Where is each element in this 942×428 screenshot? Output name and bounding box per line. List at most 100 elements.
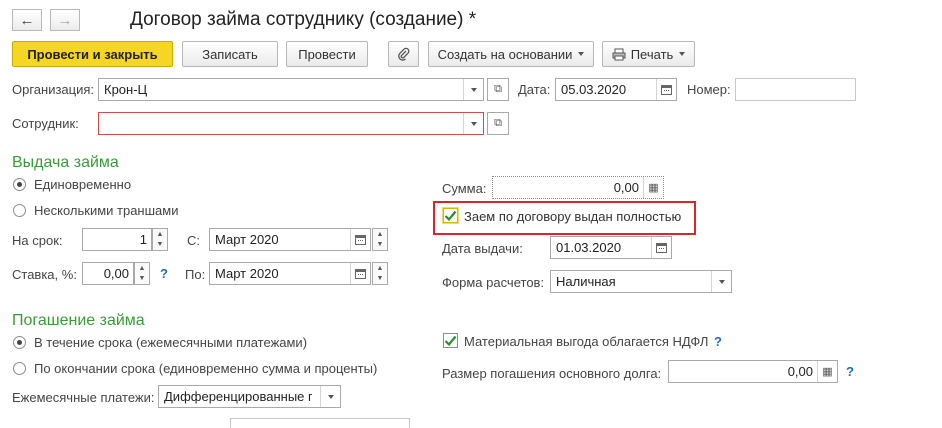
term-field[interactable]: 1 (82, 228, 152, 251)
post-and-close-button[interactable]: Провести и закрыть (12, 41, 173, 67)
monthly-payments-select[interactable]: Дифференцированные платежи (158, 385, 341, 408)
term-label: На срок: (12, 233, 63, 248)
ndfl-label: Материальная выгода облагается НДФЛ (464, 334, 709, 349)
principal-label: Размер погашения основного долга: (442, 366, 662, 381)
help-icon[interactable]: ? (714, 334, 722, 349)
calculator-icon: ▦ (648, 182, 659, 194)
monthly-payments-value: Дифференцированные платежи (164, 389, 312, 404)
monthly-payments-label: Ежемесячные платежи: (12, 390, 155, 405)
checkmark-icon (444, 210, 457, 221)
help-icon[interactable]: ? (846, 364, 854, 379)
calendar-icon (661, 84, 672, 95)
post-button[interactable]: Провести (286, 41, 368, 67)
caret-up-icon: ▲ (156, 230, 164, 238)
issue-date-field[interactable]: 01.03.2020 (550, 236, 672, 259)
organization-field[interactable]: Крон-Ц (98, 78, 484, 101)
calendar-button[interactable] (651, 237, 671, 258)
sum-value: 0,00 (613, 180, 639, 195)
caret-up-icon: ▲ (376, 264, 384, 272)
rate-field[interactable]: 0,00 (82, 262, 134, 285)
dropdown-button[interactable] (463, 113, 483, 134)
calendar-icon (355, 268, 366, 279)
radio-tranches[interactable] (13, 204, 26, 217)
radio-monthly-label: В течение срока (ежемесячными платежами) (34, 335, 308, 350)
organization-label: Организация: (12, 82, 95, 97)
attach-button[interactable] (388, 41, 419, 67)
calendar-icon (656, 242, 667, 253)
calculator-button[interactable]: ▦ (643, 177, 663, 198)
payment-form-select[interactable]: Наличная (550, 270, 732, 293)
help-icon[interactable]: ? (160, 266, 168, 281)
employee-field[interactable] (98, 112, 484, 135)
caret-down-icon: ▼ (156, 241, 164, 249)
from-value: Март 2020 (215, 232, 279, 247)
to-value: Март 2020 (215, 266, 279, 281)
radio-monthly[interactable] (13, 336, 26, 349)
printer-icon (612, 48, 626, 60)
organization-value: Крон-Ц (104, 82, 148, 97)
open-organization-button[interactable]: ⧉ (487, 78, 509, 101)
payment-form-value: Наличная (556, 274, 616, 289)
open-icon: ⧉ (494, 83, 502, 95)
print-label: Печать (630, 46, 674, 62)
save-button[interactable]: Записать (182, 41, 278, 67)
to-stepper[interactable]: ▲ ▼ (372, 262, 388, 285)
create-based-on-button[interactable]: Создать на основании (428, 41, 594, 67)
date-field[interactable]: 05.03.2020 (555, 78, 677, 101)
from-field[interactable]: Март 2020 (209, 228, 371, 251)
chevron-down-icon (470, 121, 477, 126)
caret-down-icon: ▼ (138, 275, 146, 283)
calculator-button[interactable]: ▦ (817, 361, 837, 382)
calendar-button[interactable] (350, 263, 370, 284)
caret-up-icon: ▲ (138, 264, 146, 272)
forward-button[interactable]: → (50, 9, 80, 31)
calendar-button[interactable] (350, 229, 370, 250)
paperclip-icon (397, 47, 409, 61)
rate-label: Ставка, %: (12, 267, 77, 282)
radio-end-of-term-label: По окончании срока (единовременно сумма … (34, 361, 378, 376)
issued-fully-checkbox[interactable] (443, 208, 458, 223)
issue-section-title: Выдача займа (12, 154, 119, 171)
dropdown-button[interactable] (711, 271, 731, 292)
forward-arrow-icon: → (57, 11, 73, 29)
ndfl-checkbox[interactable] (443, 333, 458, 348)
checkmark-icon (444, 335, 457, 346)
to-label: По: (185, 267, 206, 282)
to-field[interactable]: Март 2020 (209, 262, 371, 285)
radio-once[interactable] (13, 178, 26, 191)
rate-stepper[interactable]: ▲ ▼ (134, 262, 150, 285)
from-label: С: (187, 233, 200, 248)
open-icon: ⧉ (494, 117, 502, 129)
rate-value: 0,00 (103, 266, 129, 281)
issued-fully-label: Заем по договору выдан полностью (464, 209, 682, 224)
create-based-on-label: Создать на основании (437, 46, 573, 62)
number-field[interactable] (735, 78, 856, 101)
chevron-down-icon (718, 279, 725, 284)
from-stepper[interactable]: ▲ ▼ (372, 228, 388, 251)
dropdown-button[interactable] (320, 386, 340, 407)
term-value: 1 (139, 232, 147, 247)
sum-label: Сумма: (442, 181, 487, 196)
date-value: 05.03.2020 (561, 82, 627, 97)
principal-field[interactable]: 0,00 ▦ (668, 360, 838, 383)
chevron-down-icon (327, 394, 334, 399)
chevron-down-icon (470, 87, 477, 92)
number-label: Номер: (687, 82, 731, 97)
calendar-icon (355, 234, 366, 245)
caret-down-icon: ▼ (376, 241, 384, 249)
dropdown-button[interactable] (463, 79, 483, 100)
repayment-section-title: Погашение займа (12, 312, 145, 329)
term-stepper[interactable]: ▲ ▼ (152, 228, 168, 251)
print-button[interactable]: Печать (602, 41, 695, 67)
back-arrow-icon: ← (19, 11, 35, 29)
radio-once-label: Единовременно (34, 177, 132, 192)
open-employee-button[interactable]: ⧉ (487, 112, 509, 135)
caret-down-icon: ▼ (376, 275, 384, 283)
calendar-button[interactable] (656, 79, 676, 100)
date-label: Дата: (518, 82, 551, 97)
radio-end-of-term[interactable] (13, 362, 26, 375)
caret-up-icon: ▲ (376, 230, 384, 238)
back-button[interactable]: ← (12, 9, 42, 31)
issue-date-value: 01.03.2020 (556, 240, 622, 255)
sum-field[interactable]: 0,00 ▦ (492, 176, 664, 199)
